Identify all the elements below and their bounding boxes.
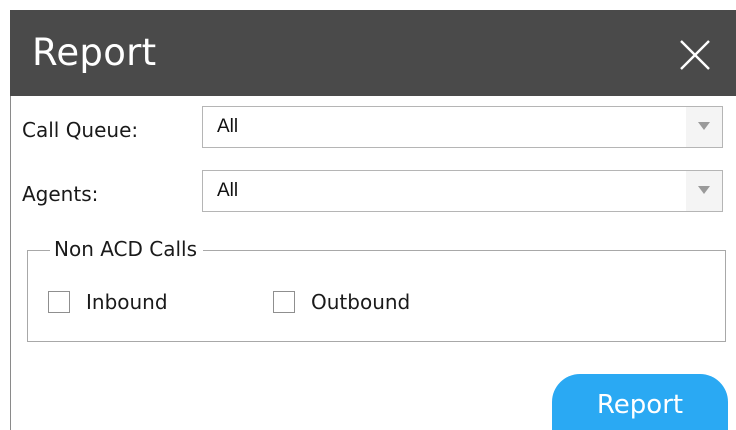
agents-dropdown-arrow[interactable]	[686, 171, 722, 211]
call-queue-dropdown-arrow[interactable]	[686, 107, 722, 147]
chevron-down-icon	[698, 186, 710, 194]
report-button[interactable]: Report	[552, 374, 728, 430]
agents-selected-value: All	[217, 180, 239, 201]
agents-label: Agents:	[22, 182, 99, 206]
dialog-titlebar: Report	[10, 10, 736, 96]
report-dialog: Report Call Queue: All Agents: All Non A…	[10, 10, 736, 430]
call-queue-selected-value: All	[217, 116, 239, 137]
outbound-label[interactable]: Outbound	[311, 288, 410, 316]
close-icon	[680, 40, 710, 70]
dialog-left-border	[10, 96, 11, 430]
non-acd-calls-legend: Non ACD Calls	[50, 234, 204, 264]
inbound-checkbox-row[interactable]: Inbound	[48, 286, 168, 318]
call-queue-label: Call Queue:	[22, 118, 139, 142]
dialog-title: Report	[32, 31, 157, 74]
inbound-label[interactable]: Inbound	[86, 288, 168, 316]
report-button-label: Report	[596, 390, 684, 420]
outbound-checkbox-row[interactable]: Outbound	[273, 286, 410, 318]
outbound-checkbox[interactable]	[273, 291, 295, 313]
chevron-down-icon	[698, 122, 710, 130]
call-queue-select[interactable]: All	[202, 106, 723, 148]
close-button[interactable]	[672, 32, 718, 78]
agents-select[interactable]: All	[202, 170, 723, 212]
inbound-checkbox[interactable]	[48, 291, 70, 313]
